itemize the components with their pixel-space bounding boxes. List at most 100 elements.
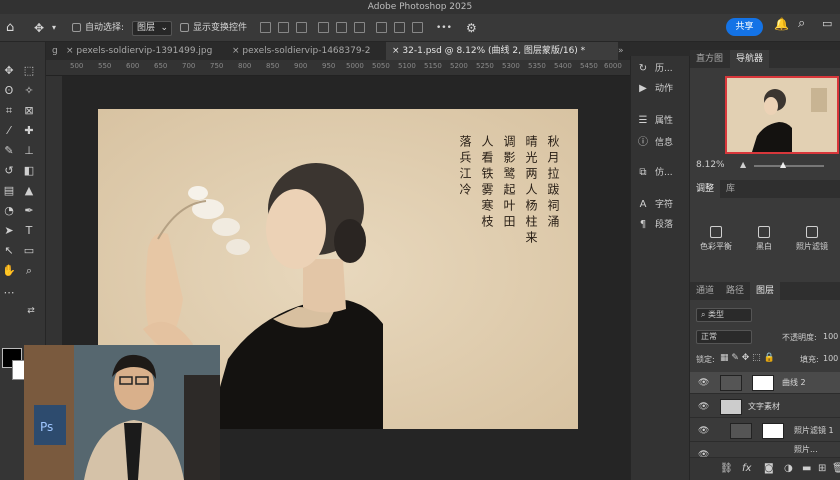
tab-layers[interactable]: 图层	[750, 282, 781, 300]
trash-icon[interactable]: 🗑	[832, 458, 840, 480]
align-bottom-icon[interactable]	[354, 22, 365, 33]
path-select-icon[interactable]: ➤	[2, 224, 16, 238]
align-middle-icon[interactable]	[336, 22, 347, 33]
hand-tool-icon[interactable]: ✋	[2, 264, 16, 278]
info-panel-button[interactable]: ⓘ 信息	[637, 134, 673, 152]
marquee-tool-icon[interactable]: ⬚	[22, 64, 36, 78]
tab-libraries[interactable]: 库	[720, 180, 741, 198]
tab-32-1-psd[interactable]: × 32-1.psd @ 8.12% (曲线 2, 图层蒙版/16) *	[386, 42, 618, 60]
edit-toolbar-icon[interactable]: ⋯	[2, 286, 16, 300]
align-top-icon[interactable]	[318, 22, 329, 33]
type-tool-icon[interactable]: T	[22, 224, 36, 238]
actions-panel-button[interactable]: ▶ 动作	[637, 80, 673, 98]
checkbox-box[interactable]	[180, 23, 189, 32]
history-panel-button[interactable]: ↻ 历...	[637, 60, 673, 78]
layer-mask-thumbnail[interactable]	[762, 423, 784, 439]
layer-filter-dropdown[interactable]: ⌕ 类型	[696, 308, 752, 322]
opacity-value[interactable]: 100	[823, 332, 838, 341]
properties-panel-button[interactable]: ☰ 属性	[637, 112, 674, 130]
close-icon[interactable]: ×	[66, 46, 74, 56]
fx-icon[interactable]: fx	[742, 458, 751, 480]
paragraph-panel-button[interactable]: ¶ 段落	[637, 216, 673, 234]
workspace-icon[interactable]: ▭	[822, 17, 832, 30]
tab-paths[interactable]: 路径	[720, 282, 750, 300]
tool-preset-chevron-icon[interactable]: ▾	[52, 14, 56, 42]
fill-value[interactable]: 100	[823, 354, 838, 363]
tab-navigator[interactable]: 导航器	[730, 50, 770, 68]
bell-icon[interactable]: 🔔	[774, 17, 789, 31]
eraser-tool-icon[interactable]: ◧	[22, 164, 36, 178]
tab-pexels-1391499[interactable]: × pexels-soldiervip-1391499.jpg	[60, 42, 226, 60]
share-button[interactable]: 共享	[726, 18, 763, 36]
link-icon[interactable]: ⛓	[720, 458, 733, 480]
eye-icon[interactable]: 👁	[698, 444, 709, 457]
brush-tool-icon[interactable]: ✎	[2, 144, 16, 158]
adjust-color-balance[interactable]: 色彩平衡	[694, 226, 738, 252]
lock-icons[interactable]: ▦ ✎ ✥ ⬚ 🔒	[720, 353, 775, 363]
clone-source-panel-button[interactable]: ⧉ 仿...	[637, 164, 672, 182]
zoom-slider-track[interactable]	[754, 165, 824, 167]
home-icon[interactable]: ⌂	[6, 14, 14, 42]
checkbox-box[interactable]	[72, 23, 81, 32]
more-tabs-icon[interactable]: »	[616, 42, 630, 60]
zoom-out-icon[interactable]: ▲	[740, 160, 746, 169]
gear-icon[interactable]: ⚙	[466, 14, 477, 42]
adjustment-icon[interactable]: ◑	[784, 458, 793, 480]
layer-mask-thumbnail[interactable]	[752, 375, 774, 391]
new-layer-icon[interactable]: ⊞	[818, 458, 826, 480]
tab-histogram[interactable]: 直方图	[690, 50, 729, 68]
character-panel-button[interactable]: A 字符	[637, 196, 673, 214]
layer-row-photo[interactable]: 👁 照片...	[690, 444, 840, 458]
eye-icon[interactable]: 👁	[698, 420, 709, 442]
layer-row-text[interactable]: 👁 文字素材	[690, 396, 840, 418]
zoom-slider-thumb-icon[interactable]: ▲	[780, 160, 786, 169]
dodge-tool-icon[interactable]: ◔	[2, 204, 16, 218]
layer-row-photo-filter[interactable]: 👁 照片滤镜 1	[690, 420, 840, 442]
zoom-tool-icon[interactable]: ⌕	[22, 264, 36, 278]
close-icon[interactable]: ×	[392, 46, 400, 56]
align-left-icon[interactable]	[260, 22, 271, 33]
close-icon[interactable]: ×	[232, 46, 240, 56]
folder-icon[interactable]: ▬	[802, 458, 811, 480]
history-brush-icon[interactable]: ↺	[2, 164, 16, 178]
swap-colors-icon[interactable]: ⇄	[24, 304, 38, 318]
auto-select-checkbox[interactable]: 自动选择:	[72, 14, 124, 42]
distribute-top-icon[interactable]	[376, 22, 387, 33]
more-options-button[interactable]: •••	[436, 14, 452, 42]
blur-tool-icon[interactable]: ▲	[22, 184, 36, 198]
shape-tool-icon[interactable]: ▭	[22, 244, 36, 258]
tab-channels[interactable]: 通道	[690, 282, 720, 300]
align-right-icon[interactable]	[296, 22, 307, 33]
tab-pexels-1468379[interactable]: × pexels-soldiervip-1468379-2	[226, 42, 386, 60]
stamp-tool-icon[interactable]: ⊥	[22, 144, 36, 158]
align-center-icon[interactable]	[278, 22, 289, 33]
direct-select-icon[interactable]: ↖	[2, 244, 16, 258]
magic-wand-icon[interactable]: ✧	[22, 84, 36, 98]
tab-adjustments[interactable]: 调整	[690, 180, 721, 198]
search-icon[interactable]: ⌕	[798, 16, 805, 31]
distribute-bottom-icon[interactable]	[412, 22, 423, 33]
gradient-tool-icon[interactable]: ▤	[2, 184, 16, 198]
adjust-photo-filter[interactable]: 照片滤镜	[790, 226, 834, 252]
ruler-label: 5050	[372, 62, 390, 70]
crop-tool-icon[interactable]: ⌗	[2, 104, 16, 118]
frame-tool-icon[interactable]: ⊠	[22, 104, 36, 118]
healing-brush-icon[interactable]: ✚	[22, 124, 36, 138]
adjust-black-white[interactable]: 黑白	[742, 226, 786, 252]
move-tool-icon[interactable]: ✥	[2, 64, 16, 78]
distribute-middle-icon[interactable]	[394, 22, 405, 33]
lasso-tool-icon[interactable]: ʘ	[2, 84, 16, 98]
mask-icon[interactable]: ◙	[764, 458, 774, 480]
eye-icon[interactable]: 👁	[698, 372, 709, 394]
blend-mode-dropdown[interactable]: 正常	[696, 330, 752, 344]
auto-select-dropdown[interactable]: 图层 ⌄	[132, 21, 172, 36]
eyedropper-icon[interactable]: ⁄	[2, 124, 16, 138]
layer-row-curves[interactable]: 👁 曲线 2	[690, 372, 840, 394]
tab-partial[interactable]: g	[46, 42, 60, 60]
navigator-preview[interactable]	[725, 76, 839, 154]
eye-icon[interactable]: 👁	[698, 396, 709, 418]
pen-tool-icon[interactable]: ✒	[22, 204, 36, 218]
zoom-value[interactable]: 8.12%	[696, 160, 725, 170]
show-transform-checkbox[interactable]: 显示变换控件	[180, 14, 247, 42]
move-tool-icon[interactable]: ✥	[34, 14, 44, 42]
